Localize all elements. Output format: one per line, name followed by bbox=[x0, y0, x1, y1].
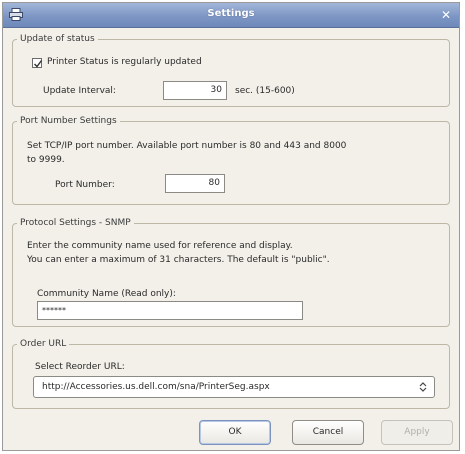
apply-button[interactable]: Apply bbox=[381, 420, 453, 445]
update-status-legend: Update of status bbox=[20, 34, 95, 44]
settings-dialog: Settings ✕ Update of status Printer Stat… bbox=[2, 2, 460, 451]
order-url-legend: Order URL bbox=[20, 339, 67, 349]
select-arrows-icon bbox=[419, 382, 427, 392]
port-number-input[interactable]: 80 bbox=[165, 174, 225, 193]
reorder-url-label: Select Reorder URL: bbox=[35, 362, 125, 372]
snmp-description-line1: Enter the community name used for refere… bbox=[27, 241, 293, 251]
ok-button[interactable]: OK bbox=[199, 420, 271, 445]
title-bar[interactable]: Settings ✕ bbox=[3, 3, 459, 28]
port-number-group: Port Number Settings bbox=[12, 116, 450, 205]
community-name-input[interactable]: ****** bbox=[37, 301, 303, 320]
snmp-legend: Protocol Settings - SNMP bbox=[20, 218, 131, 228]
port-description-line1: Set TCP/IP port number. Available port n… bbox=[27, 141, 347, 151]
order-url-group: Order URL bbox=[12, 339, 450, 409]
update-interval-unit: sec. (15-600) bbox=[235, 86, 295, 96]
port-description-line2: to 9999. bbox=[27, 155, 65, 165]
checkmark-icon bbox=[34, 60, 43, 68]
printer-status-checkbox[interactable] bbox=[32, 58, 43, 68]
community-name-label: Community Name (Read only): bbox=[37, 289, 176, 299]
port-number-legend: Port Number Settings bbox=[20, 116, 117, 126]
update-status-group: Update of status bbox=[12, 34, 450, 107]
window-title: Settings bbox=[207, 8, 255, 19]
update-interval-label: Update Interval: bbox=[43, 86, 116, 96]
printer-status-label[interactable]: Printer Status is regularly updated bbox=[47, 57, 202, 67]
port-number-label: Port Number: bbox=[55, 180, 115, 190]
update-interval-input[interactable]: 30 bbox=[163, 81, 227, 100]
snmp-description-line2: You can enter a maximum of 31 characters… bbox=[27, 255, 330, 265]
cancel-button[interactable]: Cancel bbox=[292, 420, 364, 445]
reorder-url-select[interactable]: http://Accessories.us.dell.com/sna/Print… bbox=[33, 376, 435, 398]
reorder-url-value: http://Accessories.us.dell.com/sna/Print… bbox=[42, 382, 270, 392]
close-icon[interactable]: ✕ bbox=[439, 8, 453, 22]
